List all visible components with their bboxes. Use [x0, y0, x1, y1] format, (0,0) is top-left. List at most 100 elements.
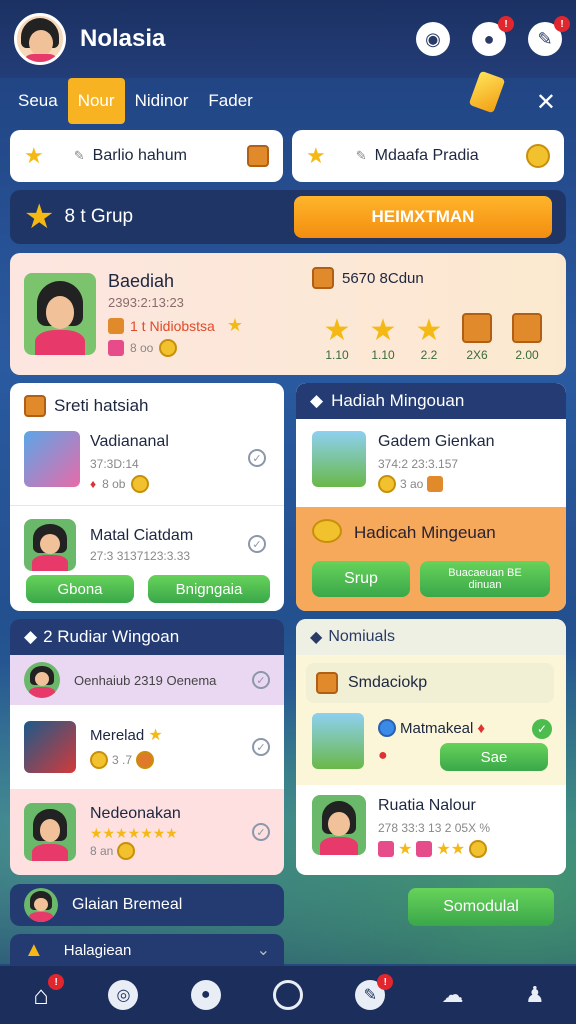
edit-icon[interactable]: ✎! [355, 974, 394, 1010]
star-icon: ★ [323, 314, 351, 347]
tag-icon: ✎ [73, 148, 85, 163]
reward-count: 1.10 [325, 348, 349, 362]
settings-badge: ! [554, 16, 570, 32]
star-icon: ★ [415, 314, 443, 347]
avatar [24, 662, 60, 698]
gift-icon [108, 340, 124, 356]
avatar [24, 803, 76, 861]
app-title: Nolasia [80, 25, 166, 52]
quick-card-left[interactable]: ★ ✎ Barlio hahum [10, 130, 283, 182]
notification-icon[interactable]: ●! [472, 16, 514, 56]
profile-line2: 1 t Nidiobstsa ★ [108, 315, 243, 336]
rank-row[interactable]: Nedeonakan ★★★★★★★ 8 an ✓ [10, 789, 284, 875]
secret-button-2[interactable]: Bnigngaia [148, 575, 270, 603]
close-icon[interactable]: ✕ [536, 88, 556, 117]
home-badge: ! [48, 974, 65, 990]
secret-item-sub: 37:3D:14 [90, 457, 139, 471]
crate-icon [512, 313, 542, 343]
friends-icon[interactable]: ☁ [438, 980, 468, 1010]
last-row-label: Halagiean [63, 941, 132, 959]
rank-row-title: Nedeonakan [90, 804, 181, 822]
cookie-icon [136, 751, 155, 769]
rank-row[interactable]: Oenhaiub 2319 Oenema ✓ [10, 655, 284, 705]
weekly-header: ◆ Hadiah Mingouan [296, 383, 566, 419]
normal-row-title: Ruatia Nalour [378, 797, 476, 814]
weekly-button-1[interactable]: Srup [312, 561, 410, 597]
avatar [24, 888, 58, 922]
coin-icon [159, 339, 178, 357]
ruby-icon: ♦ [477, 719, 486, 737]
home-icon[interactable]: ⌂! [26, 974, 65, 1010]
reward-count: 2.2 [420, 348, 438, 362]
profile-picture [24, 273, 96, 355]
tab-0[interactable]: Seua [8, 78, 68, 124]
check-icon[interactable]: ✓ [252, 671, 270, 689]
cookie-icon[interactable]: ● [190, 980, 221, 1010]
gem-icon: ● [378, 747, 388, 764]
secret-item-tag: 8 ob [102, 477, 126, 491]
crate-icon [462, 313, 492, 343]
star-icon: ★ [24, 198, 55, 236]
coin-icon [90, 751, 108, 769]
diamond-icon: ◆ [310, 629, 323, 646]
rank-row-sub: 3 .7 [112, 753, 133, 767]
secret-button-1[interactable]: Gbona [26, 575, 134, 603]
gold-bar-icon [312, 431, 366, 487]
group-strip: ★ 8 t Grup HEIMXTMAN [10, 190, 566, 244]
reward-count: 2.00 [515, 348, 539, 362]
rank-row[interactable]: Merelad ★ 3 .7 ✓ [10, 705, 284, 789]
coin-icon [526, 144, 550, 168]
ruby-icon: ♦ [90, 477, 97, 491]
normal-row[interactable]: Matmakeal ♦ ✓ ● Sae [296, 711, 566, 785]
rank-row-sub: 8 an [90, 843, 114, 858]
weekly-title: Hadiah Mingouan [331, 391, 465, 410]
bottom-nav: ⌂! ◎ ● ✎! ☁ ♟ [0, 966, 576, 1024]
notification-badge: ! [498, 16, 514, 32]
rank-row-title: Oenhaiub 2319 Oenema [74, 672, 217, 688]
star-rating-icon: ★★★★★★★ [90, 824, 178, 841]
bottom-strip[interactable]: Glaian Bremeal [10, 884, 284, 926]
crate-icon [108, 317, 124, 334]
crate-icon [427, 476, 444, 492]
star-icon: ★ [148, 727, 163, 744]
group-action-button[interactable]: HEIMXTMAN [294, 196, 552, 238]
bottom-action-button[interactable]: Somodulal [408, 888, 554, 926]
check-icon[interactable]: ✓ [252, 823, 270, 841]
normal-row-title: Smdaciokp [348, 674, 428, 691]
secret-header: Sreti hatsiah [10, 383, 284, 417]
normal-row[interactable]: Ruatia Nalour 278 33:3 13 2 05X % ★ ★★ [296, 785, 566, 873]
quick-label: Barlio hahum [92, 147, 187, 164]
secret-title: Sreti hatsiah [54, 396, 149, 415]
star-icon: ★ [369, 314, 397, 347]
profile-avatar[interactable] [14, 13, 66, 65]
map-pin-icon[interactable]: ◎ [108, 980, 139, 1010]
last-row[interactable]: ▲ Halagiean ⌄ [10, 934, 284, 966]
group-label: 8 t Grup [64, 206, 134, 227]
quick-card-right[interactable]: ★ ✎ Mdaafa Pradia [292, 130, 564, 182]
check-icon[interactable]: ✓ [252, 738, 270, 756]
circle-icon[interactable] [272, 980, 303, 1010]
settings-icon[interactable]: ✎! [528, 16, 570, 56]
profile-icon[interactable]: ♟ [520, 980, 550, 1010]
tab-1[interactable]: Nour [67, 78, 125, 124]
crate-icon [316, 672, 338, 694]
profile-name: Baediah [108, 271, 175, 291]
profile-reward: 5670 8Cdun [312, 267, 424, 289]
rank-row-title: Merelad [90, 727, 145, 744]
secret-panel: Sreti hatsiah Vadiananal 37:3D:14 ♦ 8 ob … [10, 383, 284, 611]
star-icon: ★ [226, 315, 243, 335]
sticker-book-icon [24, 431, 80, 487]
check-icon[interactable]: ✓ [532, 719, 552, 739]
coin-icon [312, 519, 342, 543]
game-icon [24, 721, 76, 773]
diamond-icon: ◆ [310, 391, 324, 410]
check-icon[interactable]: ✓ [248, 449, 266, 467]
weekly-button-2[interactable]: Buacaeuan BE dinuan [420, 561, 550, 597]
tab-2[interactable]: Nidinor [125, 78, 199, 124]
chat-icon[interactable]: ◉ [416, 22, 450, 56]
secret-item-rewards: ♦ 8 ob [90, 475, 150, 493]
top-bar: Nolasia ◉ ●! ✎! [0, 0, 576, 78]
tab-3[interactable]: Fader [198, 78, 262, 124]
normal-action-button[interactable]: Sae [440, 743, 548, 771]
check-icon[interactable]: ✓ [248, 535, 266, 553]
